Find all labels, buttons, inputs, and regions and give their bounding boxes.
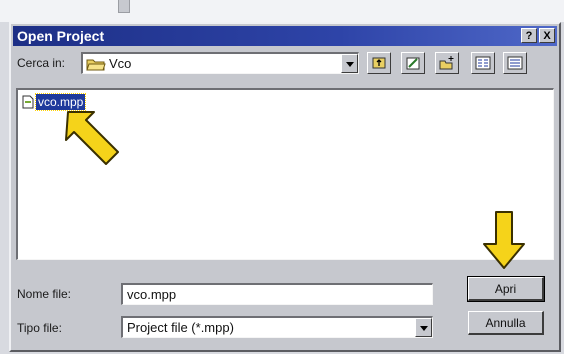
dialog-title: Open Project	[17, 28, 105, 44]
lookin-label: Cerca in:	[17, 56, 66, 70]
cancel-button[interactable]: Annulla	[468, 311, 544, 335]
filetype-dropdown-button[interactable]	[415, 318, 432, 337]
filename-input[interactable]: vco.mpp	[121, 283, 433, 305]
arrow-annotation-file	[65, 111, 119, 165]
background-strip	[0, 0, 564, 22]
close-button[interactable]: X	[539, 28, 555, 43]
recent-folder-button[interactable]	[401, 52, 425, 74]
background-notch	[118, 0, 130, 13]
up-folder-button[interactable]	[367, 52, 391, 74]
list-view-icon	[475, 55, 491, 76]
folder-icon	[86, 57, 106, 76]
arrow-annotation-open	[483, 211, 525, 269]
lookin-dropdown-button[interactable]	[341, 54, 358, 73]
open-project-dialog: Open Project ? X Cerca in: Vco vco.mpp N…	[9, 22, 561, 352]
filetype-label: Tipo file:	[17, 321, 62, 335]
new-folder-button[interactable]	[435, 52, 459, 74]
details-view-icon	[507, 55, 523, 76]
file-name: vco.mpp	[34, 93, 87, 111]
filetype-select[interactable]: Project file (*.mpp)	[121, 316, 433, 338]
open-button[interactable]: Apri	[467, 276, 545, 302]
filename-label: Nome file:	[17, 287, 72, 301]
details-view-button[interactable]	[503, 52, 527, 74]
title-bar: Open Project ? X	[13, 26, 557, 46]
list-view-button[interactable]	[471, 52, 495, 74]
lookin-combo[interactable]: Vco	[81, 52, 359, 74]
help-button[interactable]: ?	[521, 28, 537, 43]
lookin-value: Vco	[109, 56, 132, 71]
project-file-icon	[22, 95, 34, 109]
up-folder-icon	[371, 55, 387, 76]
filetype-value: Project file (*.mpp)	[127, 320, 234, 335]
recent-folder-icon	[405, 55, 421, 76]
filename-value: vco.mpp	[127, 287, 177, 302]
new-folder-icon	[439, 55, 455, 76]
